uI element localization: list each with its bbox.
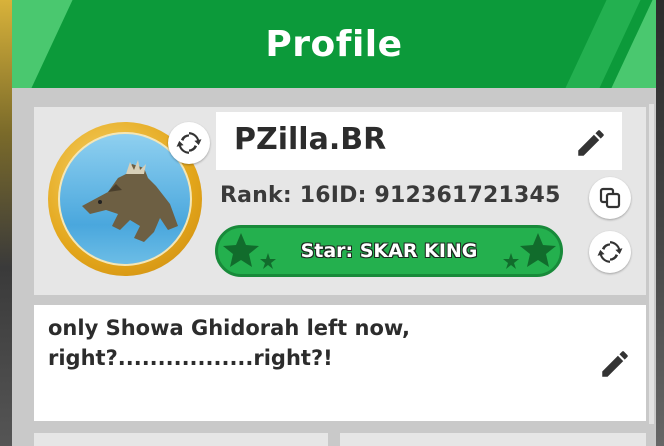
rank-label: Rank: (220, 183, 292, 208)
refresh-icon (597, 241, 623, 263)
bottom-button-right[interactable] (340, 433, 646, 446)
header-stripe-left (12, 0, 73, 88)
bottom-button-left[interactable] (34, 433, 328, 446)
refresh-icon (176, 132, 202, 154)
comment-text: only Showa Ghidorah left now, right?....… (48, 313, 568, 373)
comment-line: only Showa Ghidorah left now, (48, 316, 410, 340)
player-name: PZilla.BR (234, 122, 387, 157)
scrollbar[interactable] (649, 104, 654, 424)
profile-panel: Profile PZilla.BR Rank: 16ID: 9123617213… (12, 0, 656, 446)
page-title: Profile (265, 23, 403, 65)
comment-field[interactable]: only Showa Ghidorah left now, right?....… (34, 305, 646, 421)
header-bar: Profile (12, 0, 656, 88)
rank-id-line: Rank: 16ID: 912361721345 (220, 183, 561, 208)
id-label: ID: (330, 183, 367, 208)
name-field[interactable]: PZilla.BR (216, 112, 622, 170)
pencil-icon[interactable] (598, 347, 632, 381)
pencil-icon[interactable] (574, 126, 608, 160)
copy-id-button[interactable] (589, 177, 631, 219)
rank-value: 16 (299, 183, 331, 208)
id-value: 912361721345 (374, 183, 561, 208)
profile-card: PZilla.BR Rank: 16ID: 912361721345 Star:… (34, 107, 646, 295)
copy-icon (599, 187, 621, 209)
comment-line: right?.................right?! (48, 346, 333, 370)
change-avatar-button[interactable] (168, 122, 210, 164)
change-star-button[interactable] (589, 231, 631, 273)
star-badge[interactable]: Star: SKAR KING (215, 225, 563, 277)
star-label: Star: SKAR KING (300, 240, 478, 262)
